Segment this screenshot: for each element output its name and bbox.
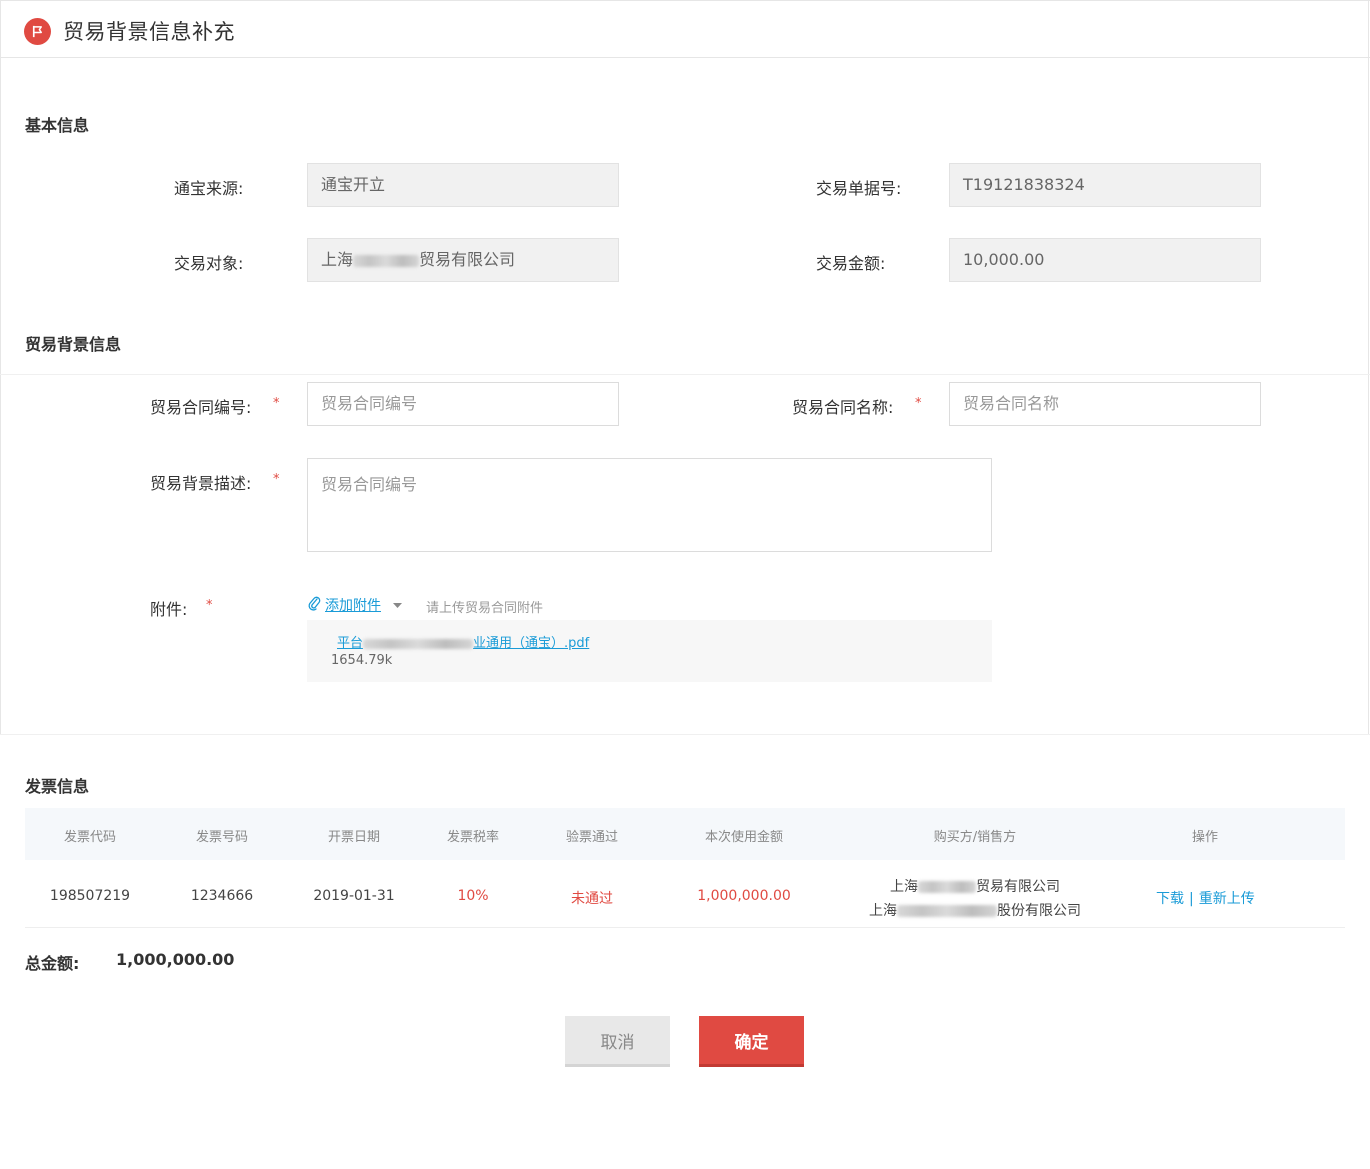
add-attachment-button[interactable]: 添加附件 [307, 595, 402, 615]
amount-field: 10,000.00 [949, 238, 1261, 282]
source-label: 通宝来源: [174, 179, 244, 198]
required-mark: * [273, 472, 280, 487]
used-amount: 1,000,000.00 [697, 888, 791, 904]
file-name-prefix: 平台 [337, 636, 364, 651]
frame-left [0, 0, 1, 735]
tax-rate: 10% [457, 888, 489, 904]
redacted-blur [363, 638, 474, 649]
confirm-button[interactable]: 确定 [699, 1016, 804, 1067]
party-field: 上海 贸易有限公司 [307, 238, 619, 282]
section-title-trade: 贸易背景信息 [25, 335, 122, 354]
description-label: 贸易背景描述: [150, 474, 252, 493]
page-header: 贸易背景信息补充 [0, 0, 1370, 58]
file-size: 1654.79k [331, 653, 393, 668]
required-mark: * [206, 598, 213, 613]
redacted-blur [918, 881, 976, 893]
reupload-link[interactable]: 重新上传 [1199, 891, 1255, 907]
redacted-blur [897, 905, 997, 917]
contract-number-input[interactable]: 贸易合同编号 [307, 382, 619, 426]
amount-label: 交易金额: [816, 254, 886, 273]
party-suffix: 贸易有限公司 [419, 250, 516, 269]
order-number-label: 交易单据号: [816, 179, 902, 198]
section-divider [0, 734, 1370, 735]
contract-name-label: 贸易合同名称: [792, 398, 894, 417]
column-header: 操作 [1191, 830, 1219, 845]
invoice-date: 2019-01-31 [313, 888, 395, 904]
redacted-blur [353, 254, 420, 267]
section-title-invoice: 发票信息 [25, 777, 90, 796]
buyer-prefix: 上海 [890, 879, 918, 895]
contract-number-label: 贸易合同编号: [150, 398, 252, 417]
required-mark: * [915, 396, 922, 411]
frame-right [1368, 0, 1369, 735]
section-divider [0, 374, 1370, 375]
column-header: 本次使用金额 [704, 830, 784, 845]
invoice-code: 198507219 [49, 888, 131, 904]
column-header: 购买方/销售方 [933, 830, 1017, 845]
description-textarea[interactable]: 贸易合同编号 [307, 458, 992, 552]
column-header: 发票税率 [446, 830, 500, 845]
flag-icon [24, 18, 51, 45]
caret-down-icon[interactable] [393, 597, 402, 613]
column-header: 发票代码 [63, 830, 117, 845]
row-divider [25, 927, 1345, 928]
total-label: 总金额: [25, 954, 80, 973]
invoice-table-header: 发票代码 发票号码 开票日期 发票税率 验票通过 本次使用金额 购买方/销售方 … [25, 808, 1345, 860]
file-name-middle: 业通用（通宝） [473, 636, 565, 651]
page: 贸易背景信息补充 基本信息 通宝来源: 通宝开立 交易单据号: T1912183… [0, 0, 1370, 1169]
add-attachment-label: 添加附件 [325, 598, 381, 614]
page-title: 贸易背景信息补充 [63, 20, 235, 44]
source-field: 通宝开立 [307, 163, 619, 207]
row-actions: 下载 | 重新上传 [1156, 888, 1255, 908]
verification-status: 未通过 [571, 891, 613, 907]
order-number-field: T19121838324 [949, 163, 1261, 207]
buyer-name: 上海 贸易有限公司 [890, 876, 1060, 896]
section-title-basic: 基本信息 [25, 116, 90, 135]
total-value: 1,000,000.00 [116, 950, 235, 969]
attachment-hint: 请上传贸易合同附件 [426, 601, 544, 616]
download-link[interactable]: 下载 [1156, 891, 1184, 907]
file-link[interactable]: 平台 业通用（通宝）.pdf [337, 632, 589, 651]
invoice-number: 1234666 [190, 888, 254, 904]
contract-name-input[interactable]: 贸易合同名称 [949, 382, 1261, 426]
seller-name: 上海 股份有限公司 [869, 900, 1081, 920]
column-header: 开票日期 [327, 830, 381, 845]
party-prefix: 上海 [321, 250, 354, 269]
uploaded-file: 平台 业通用（通宝）.pdf 1654.79k [307, 620, 992, 682]
action-separator: | [1189, 891, 1194, 907]
seller-suffix: 股份有限公司 [997, 903, 1081, 919]
required-mark: * [273, 396, 280, 411]
buyer-suffix: 贸易有限公司 [976, 879, 1060, 895]
column-header: 发票号码 [195, 830, 249, 845]
column-header: 验票通过 [565, 830, 619, 845]
attachment-label: 附件: [150, 600, 188, 619]
seller-prefix: 上海 [869, 903, 897, 919]
cancel-button[interactable]: 取消 [565, 1016, 670, 1067]
file-ext: .pdf [564, 636, 590, 651]
paperclip-icon [307, 595, 321, 615]
party-label: 交易对象: [174, 254, 244, 273]
